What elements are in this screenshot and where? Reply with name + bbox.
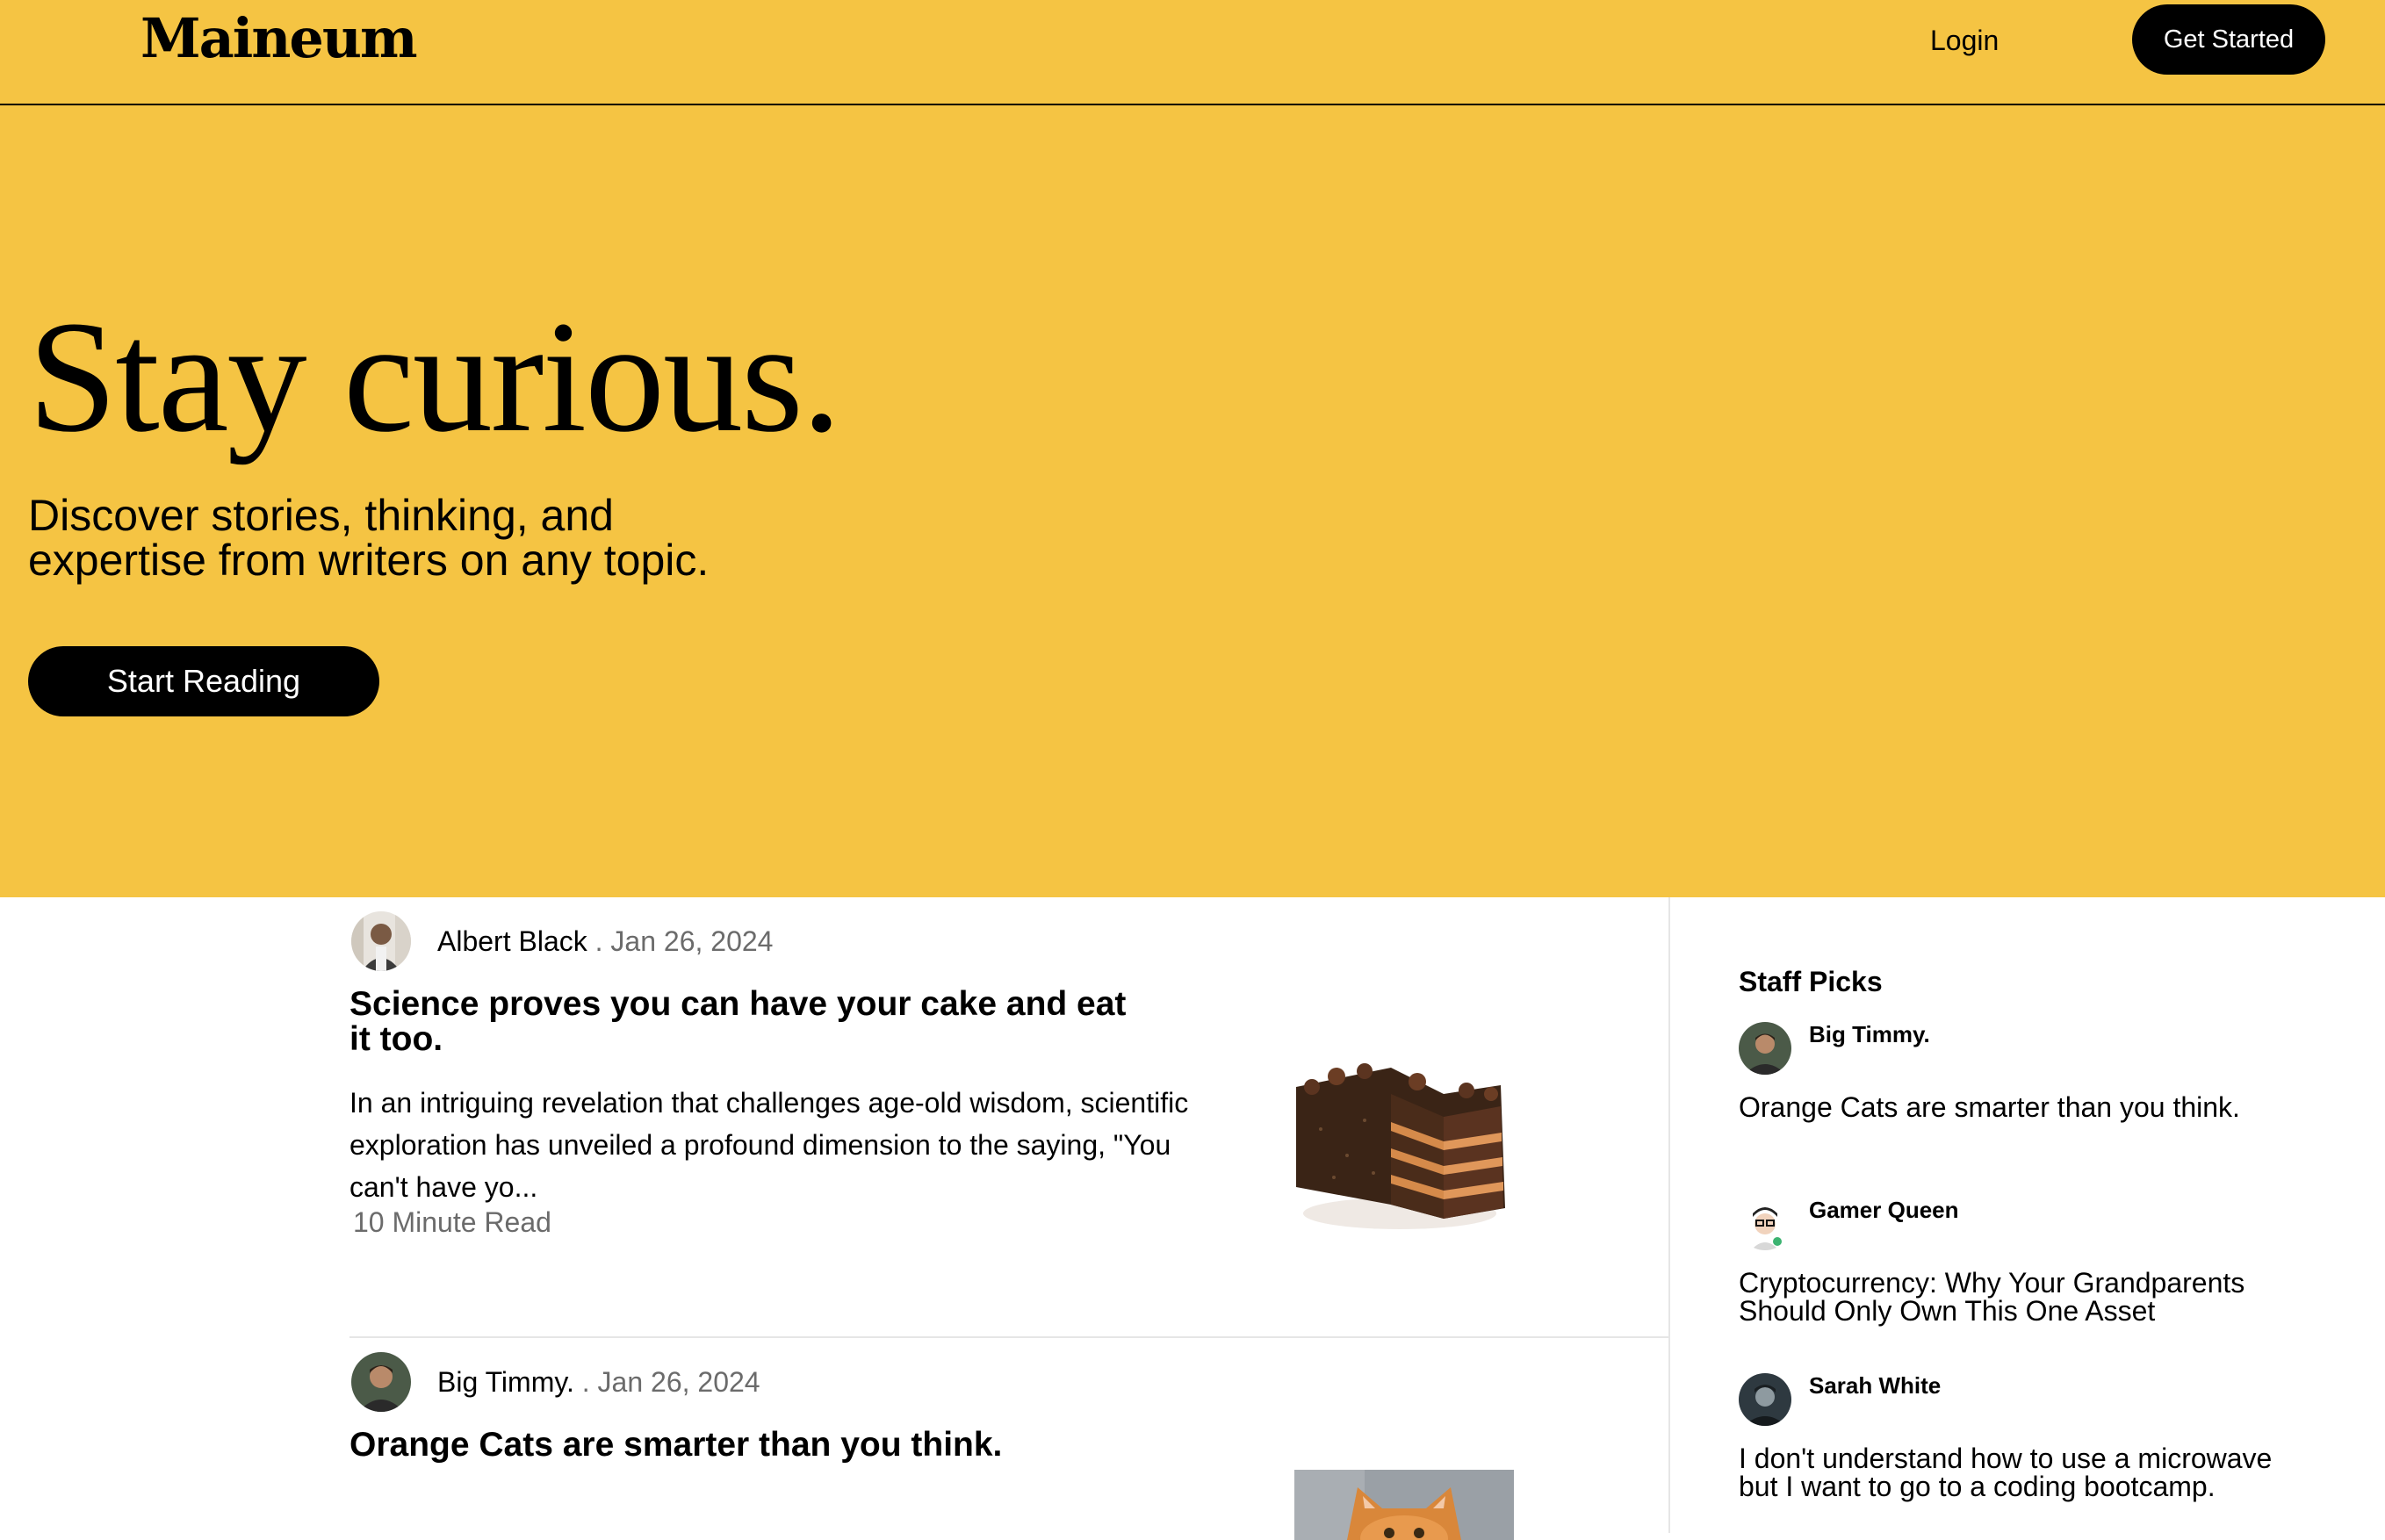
article-title[interactable]: Science proves you can have your cake an…	[349, 987, 1140, 1057]
hero-subtitle: Discover stories, thinking, and expertis…	[28, 491, 710, 585]
author-name[interactable]: Albert Black	[437, 925, 587, 957]
staff-picks-heading: Staff Picks	[1739, 966, 1883, 997]
author-name[interactable]: Big Timmy.	[437, 1366, 574, 1398]
pick-title[interactable]: I don't understand how to use a microwav…	[1739, 1444, 2301, 1500]
pick-title[interactable]: Cryptocurrency: Why Your Grandparents Sh…	[1739, 1269, 2301, 1325]
pick-author-name[interactable]: Sarah White	[1809, 1371, 1941, 1400]
article-meta: Big Timmy. . Jan 26, 2024	[437, 1364, 760, 1400]
sidebar-divider	[1668, 897, 1670, 1533]
login-link[interactable]: Login	[1930, 23, 1999, 58]
site-logo[interactable]: Maineum	[141, 5, 418, 72]
hero-section: Stay curious. Discover stories, thinking…	[0, 105, 2385, 897]
author-avatar[interactable]	[351, 1352, 411, 1412]
pick-author-avatar[interactable]	[1739, 1022, 1791, 1075]
pick-author-avatar[interactable]	[1739, 1198, 1791, 1250]
chocolate-cake-image[interactable]	[1294, 1033, 1514, 1243]
get-started-button[interactable]: Get Started	[2132, 4, 2325, 75]
publish-date: . Jan 26, 2024	[581, 1366, 760, 1398]
article-divider	[349, 1336, 1668, 1338]
orange-cat-image[interactable]	[1294, 1470, 1514, 1540]
top-nav: Maineum Login Get Started	[0, 0, 2385, 105]
pick-author-name[interactable]: Big Timmy.	[1809, 1020, 1930, 1048]
article-title[interactable]: Orange Cats are smarter than you think.	[349, 1428, 1228, 1463]
read-time: 10 Minute Read	[353, 1206, 551, 1238]
pick-title[interactable]: Orange Cats are smarter than you think.	[1739, 1093, 2301, 1121]
article-excerpt: In an intriguing revelation that challen…	[349, 1087, 1189, 1203]
hero-title: Stay curious.	[28, 289, 841, 465]
pick-author-name[interactable]: Gamer Queen	[1809, 1196, 1959, 1224]
start-reading-button[interactable]: Start Reading	[28, 646, 379, 716]
author-avatar[interactable]	[351, 911, 411, 971]
article-meta: Albert Black . Jan 26, 2024	[437, 924, 773, 959]
pick-author-avatar[interactable]	[1739, 1373, 1791, 1426]
publish-date: . Jan 26, 2024	[594, 925, 774, 957]
